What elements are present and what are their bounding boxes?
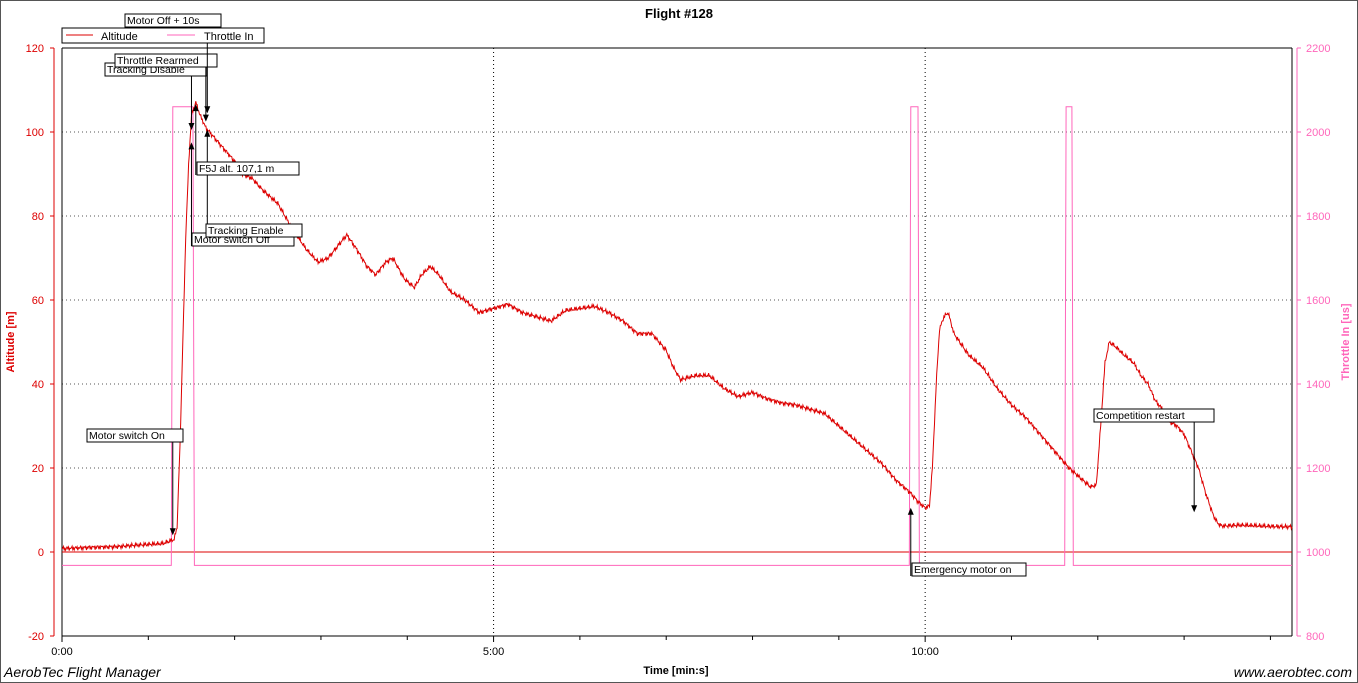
annotation-label: Competition restart bbox=[1096, 410, 1185, 422]
y2-tick-label: 800 bbox=[1306, 631, 1324, 643]
annotation-label: F5J alt. 107,1 m bbox=[199, 163, 275, 175]
y2-tick-label: 1000 bbox=[1306, 547, 1330, 559]
flight-chart: Flight #128 -20 0 20 40 60 80 100 120 800 1000 12… bbox=[0, 0, 1358, 683]
y-tick-label: 120 bbox=[26, 43, 44, 55]
annotation-label: Motor Off + 10s bbox=[127, 15, 199, 27]
y2-tick-label: 1400 bbox=[1306, 379, 1330, 391]
footer-url: www.aerobtec.com bbox=[1233, 664, 1352, 680]
annotation-label: Emergency motor on bbox=[914, 564, 1012, 576]
y-tick-label: 80 bbox=[32, 211, 44, 223]
legend-label-throttle: Throttle In bbox=[204, 31, 254, 43]
chart-window: Flight #128 -20 0 20 40 60 80 100 120 800 1000 12… bbox=[0, 0, 1358, 683]
y-tick-label: 40 bbox=[32, 379, 44, 391]
y-tick-label: 0 bbox=[38, 547, 44, 559]
y-tick-label: 20 bbox=[32, 463, 44, 475]
annotation-label: Tracking Enable bbox=[208, 225, 284, 237]
x-tick-label: 10:00 bbox=[911, 646, 939, 658]
footer-brand: AerobTec Flight Manager bbox=[4, 664, 161, 680]
y-tick-label: 60 bbox=[32, 295, 44, 307]
annotation-label: Throttle Rearmed bbox=[117, 55, 199, 67]
y2-axis-label: Throttle In [us] bbox=[1340, 303, 1352, 380]
x-tick-label: 0:00 bbox=[51, 646, 72, 658]
legend: Altitude Throttle In bbox=[61, 27, 265, 44]
y-tick-label: 100 bbox=[26, 127, 44, 139]
y2-tick-label: 1800 bbox=[1306, 211, 1330, 223]
legend-label-altitude: Altitude bbox=[101, 31, 138, 43]
y2-tick-label: 2200 bbox=[1306, 43, 1330, 55]
x-axis-label: Time [min:s] bbox=[643, 665, 709, 677]
y2-tick-label: 1600 bbox=[1306, 295, 1330, 307]
y-axis-label: Altitude [m] bbox=[5, 311, 17, 372]
x-tick-label: 5:00 bbox=[483, 646, 504, 658]
annotation-label: Motor switch On bbox=[89, 430, 165, 442]
y2-tick-label: 1200 bbox=[1306, 463, 1330, 475]
chart-title: Flight #128 bbox=[645, 6, 713, 21]
y2-tick-label: 2000 bbox=[1306, 127, 1330, 139]
y-tick-label: -20 bbox=[28, 631, 44, 643]
